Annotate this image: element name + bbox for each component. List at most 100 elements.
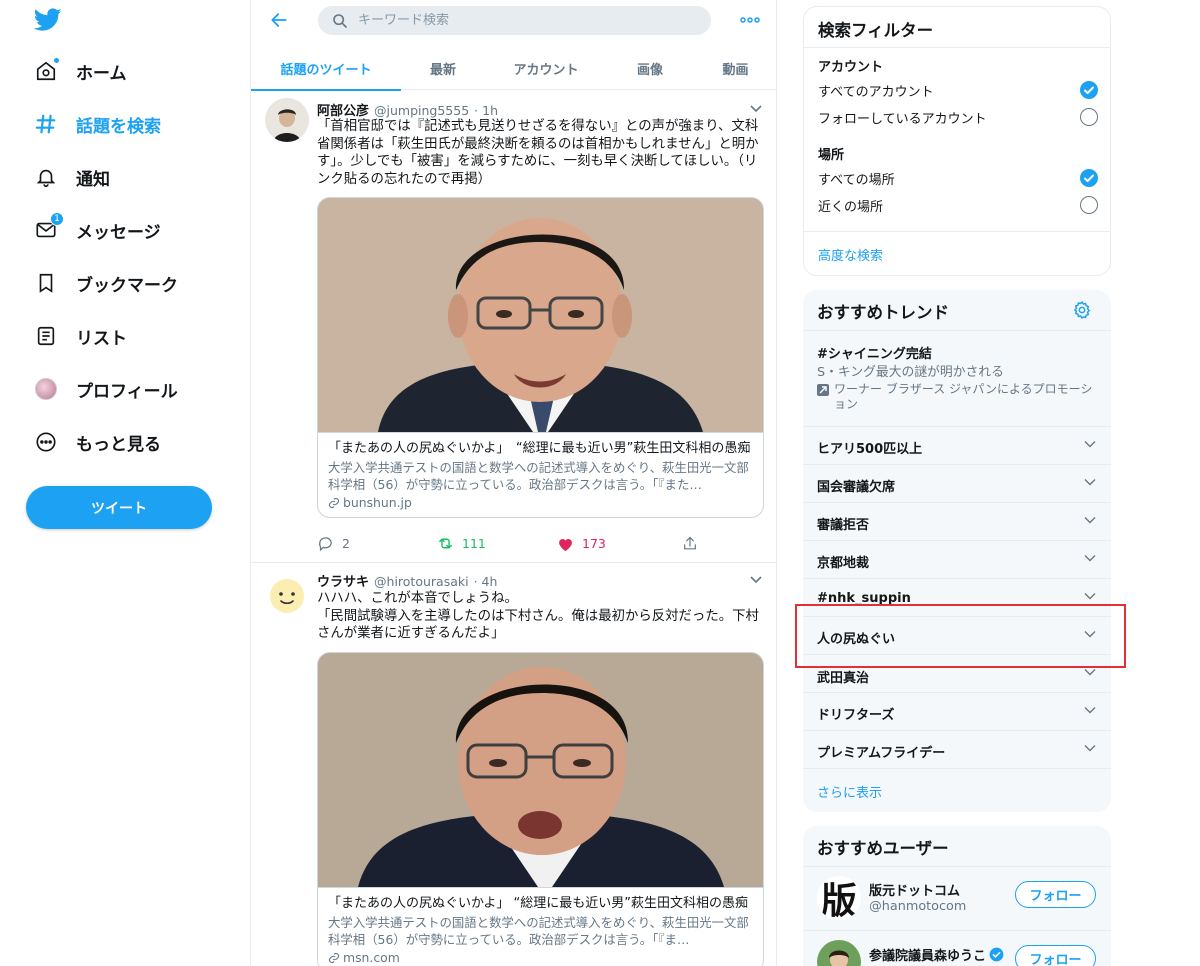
chevron-down-icon[interactable] bbox=[1084, 744, 1096, 752]
card-image bbox=[318, 198, 763, 432]
gear-icon[interactable] bbox=[1072, 300, 1092, 320]
bell-icon bbox=[34, 165, 58, 189]
like-button[interactable]: 173 bbox=[557, 536, 682, 552]
radio-unchecked-icon[interactable] bbox=[1080, 196, 1098, 214]
avatar-logo-text: 版 bbox=[820, 880, 857, 920]
bookmark-icon bbox=[34, 271, 58, 295]
nav-notifications[interactable]: 通知 bbox=[26, 155, 110, 199]
more-options-icon[interactable] bbox=[739, 10, 761, 30]
card-domain-text: msn.com bbox=[343, 950, 400, 965]
tab-images[interactable]: 画像 bbox=[607, 46, 693, 90]
retweet-icon bbox=[439, 538, 452, 549]
tweet-author-name[interactable]: 阿部公彦 bbox=[317, 100, 369, 119]
trend-item[interactable]: プレミアムフライデー bbox=[803, 730, 1111, 768]
search-filters-panel: 検索フィルター アカウント すべてのアカウント フォローしているアカウント 場所… bbox=[803, 6, 1111, 276]
radio-checked-icon[interactable] bbox=[1080, 169, 1098, 187]
nav-profile[interactable]: プロフィール bbox=[26, 367, 178, 411]
tweet-timestamp[interactable]: · 4h bbox=[474, 574, 498, 589]
tweet-avatar[interactable] bbox=[265, 572, 309, 616]
tweet-author-handle[interactable]: @hirotourasaki bbox=[374, 574, 469, 589]
search-box[interactable] bbox=[318, 6, 711, 35]
tab-accounts[interactable]: アカウント bbox=[485, 46, 607, 90]
back-arrow-icon[interactable] bbox=[269, 10, 289, 30]
chevron-down-icon[interactable] bbox=[1084, 592, 1096, 600]
promoted-text: ワーナー ブラザース ジャパンによるプロモーション bbox=[834, 382, 1093, 411]
radio-checked-icon[interactable] bbox=[1080, 81, 1098, 99]
tweet-button[interactable]: ツイート bbox=[26, 486, 212, 529]
nav-more[interactable]: もっと見る bbox=[26, 420, 161, 464]
more-circle-icon bbox=[34, 430, 58, 454]
tweet-author-name[interactable]: ウラサキ bbox=[317, 571, 369, 590]
retweet-button[interactable]: 111 bbox=[437, 535, 557, 552]
advanced-search-link[interactable]: 高度な検索 bbox=[818, 245, 883, 264]
tweet-text: 「首相官邸では『記述式も見送りせざるを得ない』との声が強まり、文科省関係者は「萩… bbox=[317, 119, 759, 187]
tab-top[interactable]: 話題のツイート bbox=[251, 46, 401, 91]
chevron-down-icon[interactable] bbox=[749, 575, 763, 585]
profile-icon-wrap bbox=[34, 377, 58, 401]
trends-show-more[interactable]: さらに表示 bbox=[803, 768, 1111, 812]
option-label: 近くの場所 bbox=[818, 199, 884, 215]
tweet-avatar[interactable] bbox=[265, 98, 309, 142]
reply-button[interactable]: 2 bbox=[317, 535, 437, 552]
trend-item[interactable]: 審議拒否 bbox=[803, 502, 1111, 540]
follow-button[interactable]: フォロー bbox=[1015, 945, 1096, 966]
search-header bbox=[251, 0, 776, 42]
chevron-down-icon[interactable] bbox=[1084, 516, 1096, 524]
twitter-bird-icon[interactable] bbox=[34, 8, 62, 32]
option-label: すべてのアカウント bbox=[818, 84, 934, 100]
divider bbox=[804, 231, 1110, 232]
tweet-author-handle[interactable]: @jumping5555 bbox=[374, 103, 469, 118]
tweet[interactable]: 阿部公彦 @jumping5555 · 1h 「首相官邸では『記述式も見送りせざ… bbox=[251, 91, 776, 563]
radio-unchecked-icon[interactable] bbox=[1080, 108, 1098, 126]
show-more-link[interactable]: さらに表示 bbox=[817, 782, 882, 801]
link-card[interactable]: 「またあの人の尻ぬぐいかよ」 “総理に最も近い男”萩生田文科相の愚痴 大学入学共… bbox=[317, 652, 764, 966]
chevron-down-icon[interactable] bbox=[749, 104, 763, 114]
follow-button[interactable]: フォロー bbox=[1015, 881, 1096, 908]
nav-messages[interactable]: 1 メッセージ bbox=[26, 208, 161, 252]
user-name-wrap[interactable]: 参議院議員森ゆうこ bbox=[869, 945, 1004, 964]
chevron-down-icon[interactable] bbox=[1084, 630, 1096, 638]
tweet-text: ハハハ、これが本音でしょうね。 「民間試験導入を主導したのは下村さん。俺は最初か… bbox=[317, 591, 759, 642]
tab-latest[interactable]: 最新 bbox=[401, 46, 485, 90]
chevron-down-icon[interactable] bbox=[1084, 668, 1096, 676]
trend-item-promoted[interactable]: #シャイニング完結 S・キング最大の謎が明かされる ワーナー ブラザース ジャパ… bbox=[803, 330, 1111, 426]
trend-item[interactable]: ドリフターズ bbox=[803, 692, 1111, 730]
trend-name: 武田真治 bbox=[817, 671, 870, 686]
link-card[interactable]: 「またあの人の尻ぬぐいかよ」 “総理に最も近い男”萩生田文科相の愚痴 大学入学共… bbox=[317, 197, 764, 518]
trend-name: #nhk_suppin bbox=[817, 591, 911, 606]
left-nav: ホーム 話題を検索 通知 1 メッセージ ブックマーク リスト プロフィール も… bbox=[0, 0, 250, 966]
search-input[interactable] bbox=[358, 13, 688, 28]
user-name: 参議院議員森ゆうこ bbox=[869, 949, 987, 964]
user-avatar[interactable] bbox=[817, 940, 861, 966]
user-name[interactable]: 版元ドットコム bbox=[869, 880, 960, 899]
card-domain: bunshun.jp bbox=[328, 495, 753, 510]
card-title: 「またあの人の尻ぬぐいかよ」 “総理に最も近い男”萩生田文科相の愚痴 bbox=[328, 441, 751, 456]
filter-all-accounts[interactable]: すべてのアカウント bbox=[818, 80, 1098, 100]
nav-bookmarks[interactable]: ブックマーク bbox=[26, 261, 178, 305]
user-suggestion[interactable]: 版 版元ドットコム @hanmotocom フォロー bbox=[803, 866, 1111, 930]
nav-home[interactable]: ホーム bbox=[26, 49, 127, 93]
trend-item[interactable]: 国会審議欠席 bbox=[803, 464, 1111, 502]
filter-all-places[interactable]: すべての場所 bbox=[818, 168, 1098, 188]
chevron-down-icon[interactable] bbox=[1084, 554, 1096, 562]
tab-videos[interactable]: 動画 bbox=[693, 46, 776, 90]
user-avatar[interactable]: 版 bbox=[817, 876, 861, 920]
share-button[interactable] bbox=[682, 535, 698, 552]
trend-item[interactable]: ヒアリ500匹以上 bbox=[803, 426, 1111, 464]
filter-nearby[interactable]: 近くの場所 bbox=[818, 195, 1098, 215]
trend-item[interactable]: #nhk_suppin bbox=[803, 578, 1111, 616]
trend-item[interactable]: 京都地裁 bbox=[803, 540, 1111, 578]
panel-title: おすすめトレンド bbox=[817, 303, 949, 322]
nav-explore[interactable]: 話題を検索 bbox=[26, 102, 161, 146]
trend-item[interactable]: 人の尻ぬぐい bbox=[803, 616, 1111, 654]
chevron-down-icon[interactable] bbox=[1084, 478, 1096, 486]
tweet-timestamp[interactable]: · 1h bbox=[474, 103, 498, 118]
tweet[interactable]: ウラサキ @hirotourasaki · 4h ハハハ、これが本音でしょうね。… bbox=[251, 564, 776, 966]
nav-lists[interactable]: リスト bbox=[26, 314, 127, 358]
right-sidebar: 検索フィルター アカウント すべてのアカウント フォローしているアカウント 場所… bbox=[803, 0, 1111, 966]
user-suggestion[interactable]: 参議院議員森ゆうこ フォロー bbox=[803, 930, 1111, 966]
trend-item[interactable]: 武田真治 bbox=[803, 654, 1111, 692]
filter-following-accounts[interactable]: フォローしているアカウント bbox=[818, 107, 1098, 127]
chevron-down-icon[interactable] bbox=[1084, 706, 1096, 714]
chevron-down-icon[interactable] bbox=[1084, 440, 1096, 448]
